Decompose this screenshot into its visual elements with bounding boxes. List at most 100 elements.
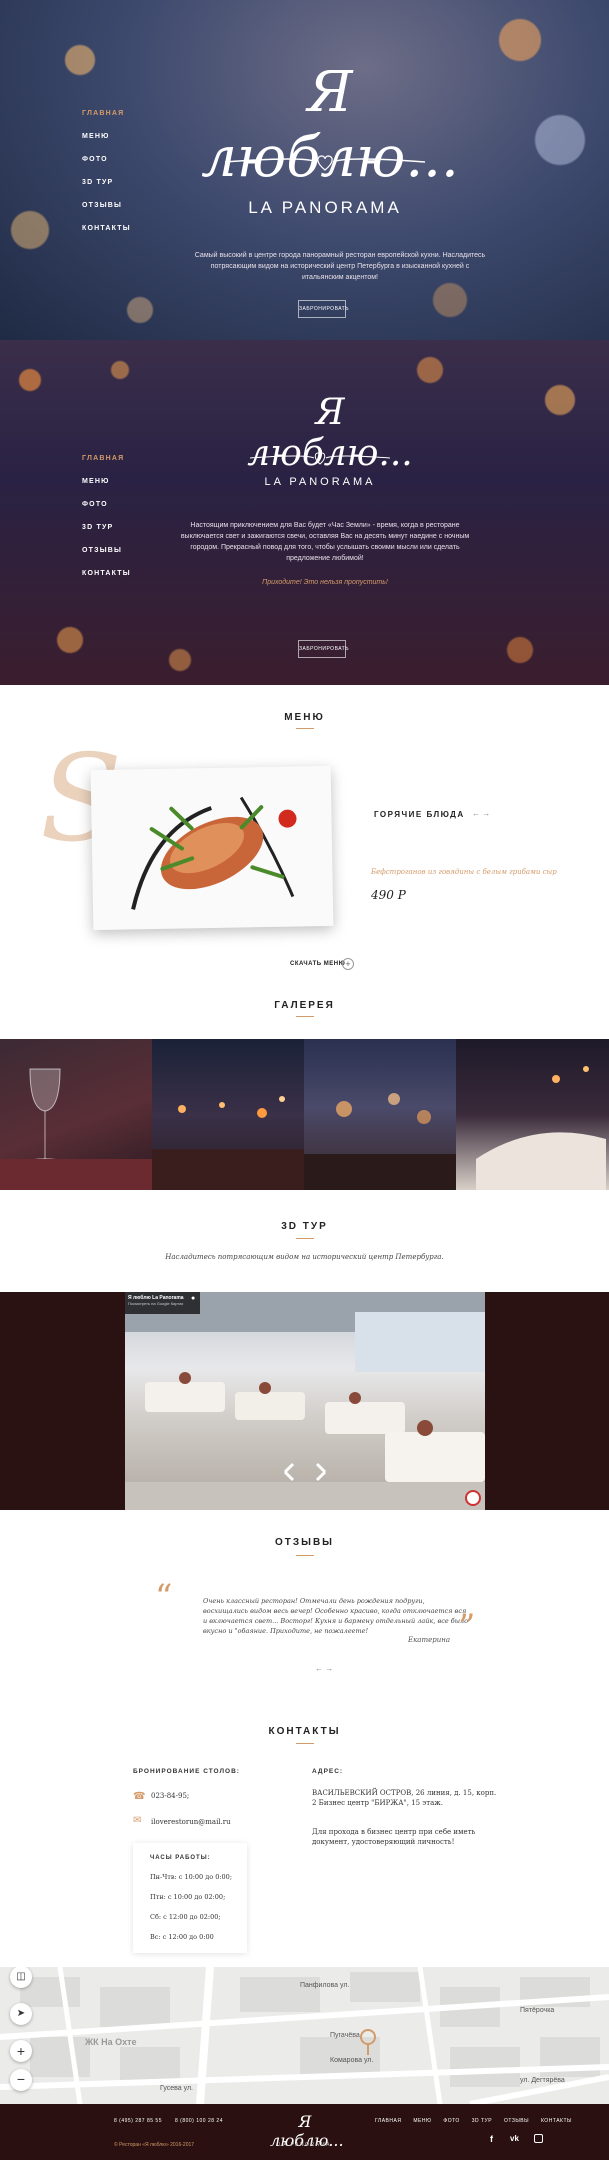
download-icon[interactable]: + bbox=[342, 958, 354, 970]
contacts-title: КОНТАКТЫ bbox=[268, 1726, 341, 1737]
review-arrows[interactable]: ← → bbox=[315, 1664, 333, 1673]
footer-nav-photo[interactable]: ФОТО bbox=[443, 2118, 459, 2124]
map-locate-icon[interactable]: ➤ bbox=[10, 2003, 32, 2025]
dish-name: Бефстроганов из говядины с белым грибами… bbox=[371, 868, 557, 876]
map-layers-icon[interactable]: ◫ bbox=[10, 1967, 32, 1988]
phone-icon: ☎ bbox=[133, 1791, 146, 1802]
hero-invite: Приходите! Это нельзя пропустить! bbox=[262, 579, 388, 586]
panorama-illustration bbox=[125, 1292, 485, 1510]
hero-description: Настоящим приключением для Вас будет «Ча… bbox=[180, 522, 470, 562]
map-zoom-out-icon[interactable]: − bbox=[10, 2069, 32, 2091]
gallery-photo-3[interactable] bbox=[304, 1039, 456, 1190]
logo-heart-flourish bbox=[225, 155, 425, 171]
tour-viewer[interactable]: Я люблю La Panorama Посмотреть на Google… bbox=[125, 1292, 485, 1510]
hours-card: ЧАСЫ РАБОТЫ: Пн-Чтв: с 10:00 до 0:00; Пт… bbox=[133, 1843, 247, 1953]
map[interactable]: Панфилова ул. Комарова ул. Гусева ул. ул… bbox=[0, 1967, 609, 2104]
nav-item-home[interactable]: ГЛАВНАЯ bbox=[82, 455, 131, 478]
vk-icon[interactable]: vk bbox=[510, 2134, 519, 2143]
map-street-label: Пугачёва bbox=[330, 2032, 360, 2039]
dish-illustration bbox=[131, 796, 297, 910]
menu-category: ГОРЯЧИЕ БЛЮДА bbox=[374, 810, 465, 819]
nav-item-reviews[interactable]: ОТЗЫВЫ bbox=[82, 547, 131, 570]
logo-name: LA PANORAMA bbox=[248, 198, 402, 217]
instagram-icon[interactable] bbox=[534, 2134, 543, 2143]
book-button[interactable]: ЗАБРОНИРОВАТЬ bbox=[298, 640, 349, 658]
hours-row: Птн: с 10:00 до 02:00; bbox=[150, 1893, 226, 1901]
footer-nav-contacts[interactable]: КОНТАКТЫ bbox=[541, 2118, 572, 2124]
nav-item-contacts[interactable]: КОНТАКТЫ bbox=[82, 570, 131, 593]
title-underline bbox=[296, 728, 314, 729]
download-menu-link[interactable]: СКАЧАТЬ МЕНЮ bbox=[290, 961, 345, 967]
nav-item-contacts[interactable]: КОНТАКТЫ bbox=[82, 225, 131, 248]
gallery-photo-2[interactable] bbox=[152, 1039, 304, 1190]
close-quote-icon: ” bbox=[458, 1607, 476, 1647]
hours-row: Сб: с 12:00 до 02:00; bbox=[150, 1913, 221, 1921]
nav-item-3d-tour[interactable]: 3D ТУР bbox=[82, 179, 131, 202]
footer-nav-home[interactable]: ГЛАВНАЯ bbox=[375, 2118, 401, 2124]
nav-item-home[interactable]: ГЛАВНАЯ bbox=[82, 110, 131, 133]
footer-nav-menu[interactable]: МЕНЮ bbox=[413, 2118, 431, 2124]
footer-copyright: © Ресторан «Я люблю» 2016-2017 bbox=[114, 2142, 195, 2148]
hero-description: Самый высокий в центре города панорамный… bbox=[194, 252, 486, 281]
gallery-photo-1[interactable] bbox=[0, 1039, 152, 1190]
logo-heart-flourish bbox=[250, 452, 390, 465]
hero-nav: ГЛАВНАЯ МЕНЮ ФОТО 3D ТУР ОТЗЫВЫ КОНТАКТЫ bbox=[82, 110, 131, 248]
category-arrows[interactable]: ← → bbox=[472, 809, 490, 818]
footer-nav-reviews[interactable]: ОТЗЫВЫ bbox=[504, 2118, 529, 2124]
map-zoom-in-icon[interactable]: + bbox=[10, 2040, 32, 2062]
open-quote-icon: “ bbox=[155, 1577, 173, 1617]
compass-icon[interactable] bbox=[465, 1490, 481, 1506]
tour-panel-subtitle[interactable]: Посмотреть на Google Картах bbox=[128, 1301, 197, 1306]
map-street-label: Гусева ул. bbox=[160, 2085, 193, 2092]
title-underline bbox=[296, 1555, 314, 1556]
hours-label: ЧАСЫ РАБОТЫ: bbox=[150, 1855, 211, 1861]
hero-nav-2: ГЛАВНАЯ МЕНЮ ФОТО 3D ТУР ОТЗЫВЫ КОНТАКТЫ bbox=[82, 455, 131, 593]
footer-nav: ГЛАВНАЯ МЕНЮ ФОТО 3D ТУР ОТЗЫВЫ КОНТАКТЫ bbox=[375, 2118, 572, 2124]
mail-icon: ✉ bbox=[133, 1815, 142, 1826]
gallery-title: ГАЛЕРЕЯ bbox=[274, 1000, 335, 1011]
footer-phone-2[interactable]: 8 (800) 100 28 24 bbox=[175, 2118, 223, 2124]
map-street-label: Комарова ул. bbox=[330, 2057, 374, 2064]
nav-item-menu[interactable]: МЕНЮ bbox=[82, 133, 131, 156]
footer-nav-3d-tour[interactable]: 3D ТУР bbox=[472, 2118, 492, 2124]
address-label: АДРЕС: bbox=[312, 1768, 344, 1775]
tour-section: Я люблю La Panorama Посмотреть на Google… bbox=[0, 1292, 609, 1510]
map-poi-label: Пятёрочка bbox=[520, 2007, 555, 2014]
location-pin-icon[interactable]: ● bbox=[191, 1295, 199, 1303]
nav-item-menu[interactable]: МЕНЮ bbox=[82, 478, 131, 501]
lounge-photo bbox=[476, 1066, 606, 1190]
dish-price: 490 Р bbox=[371, 888, 406, 902]
nav-item-reviews[interactable]: ОТЗЫВЫ bbox=[82, 202, 131, 225]
tour-info-panel[interactable]: Я люблю La Panorama Посмотреть на Google… bbox=[125, 1292, 200, 1314]
title-underline bbox=[296, 1743, 314, 1744]
hero-section-1: ГЛАВНАЯ МЕНЮ ФОТО 3D ТУР ОТЗЫВЫ КОНТАКТЫ… bbox=[0, 0, 609, 340]
facebook-icon[interactable]: f bbox=[490, 2134, 493, 2144]
dish-image bbox=[90, 765, 334, 931]
title-underline bbox=[296, 1016, 314, 1017]
review-text: Очень классный ресторан! Отмечали день р… bbox=[203, 1597, 469, 1635]
book-button[interactable]: ЗАБРОНИРОВАТЬ bbox=[298, 300, 349, 318]
booking-label: БРОНИРОВАНИЕ СТОЛОВ: bbox=[133, 1768, 240, 1775]
map-street-label: Панфилова ул. bbox=[300, 1982, 350, 1989]
footer: 8 (495) 287 85 55 8 (800) 100 28 24 © Ре… bbox=[0, 2104, 609, 2160]
wine-glass-photo bbox=[0, 1068, 152, 1190]
map-street-label: ул. Дегтярёва bbox=[520, 2077, 565, 2084]
tour-title: 3D ТУР bbox=[281, 1221, 328, 1232]
email-link[interactable]: iloverestorun@mail.ru bbox=[151, 1818, 231, 1826]
hours-row: Вс: с 12:00 до 0:00 bbox=[150, 1933, 214, 1941]
city-view-photo bbox=[152, 1096, 304, 1190]
nav-item-3d-tour[interactable]: 3D ТУР bbox=[82, 524, 131, 547]
footer-phone-1[interactable]: 8 (495) 287 85 55 bbox=[114, 2118, 162, 2124]
reviews-title: ОТЗЫВЫ bbox=[275, 1537, 334, 1548]
nav-item-photo[interactable]: ФОТО bbox=[82, 501, 131, 524]
address-note: Для прохода в бизнес центр при себе имет… bbox=[312, 1828, 476, 1846]
gallery-photo-4[interactable] bbox=[456, 1039, 609, 1190]
phone-number[interactable]: 023-84-95; bbox=[151, 1792, 189, 1800]
title-underline bbox=[296, 1238, 314, 1239]
map-poi-label: ЖК На Охте bbox=[85, 2037, 137, 2047]
menu-title: МЕНЮ bbox=[284, 712, 325, 723]
hours-row: Пн-Чтв: с 10:00 до 0:00; bbox=[150, 1873, 233, 1881]
review-author: Екатерина bbox=[408, 1636, 451, 1644]
nav-item-photo[interactable]: ФОТО bbox=[82, 156, 131, 179]
address-text: ВАСИЛЬЕВСКИЙ ОСТРОВ, 26 линия, д. 15, ко… bbox=[312, 1789, 497, 1807]
